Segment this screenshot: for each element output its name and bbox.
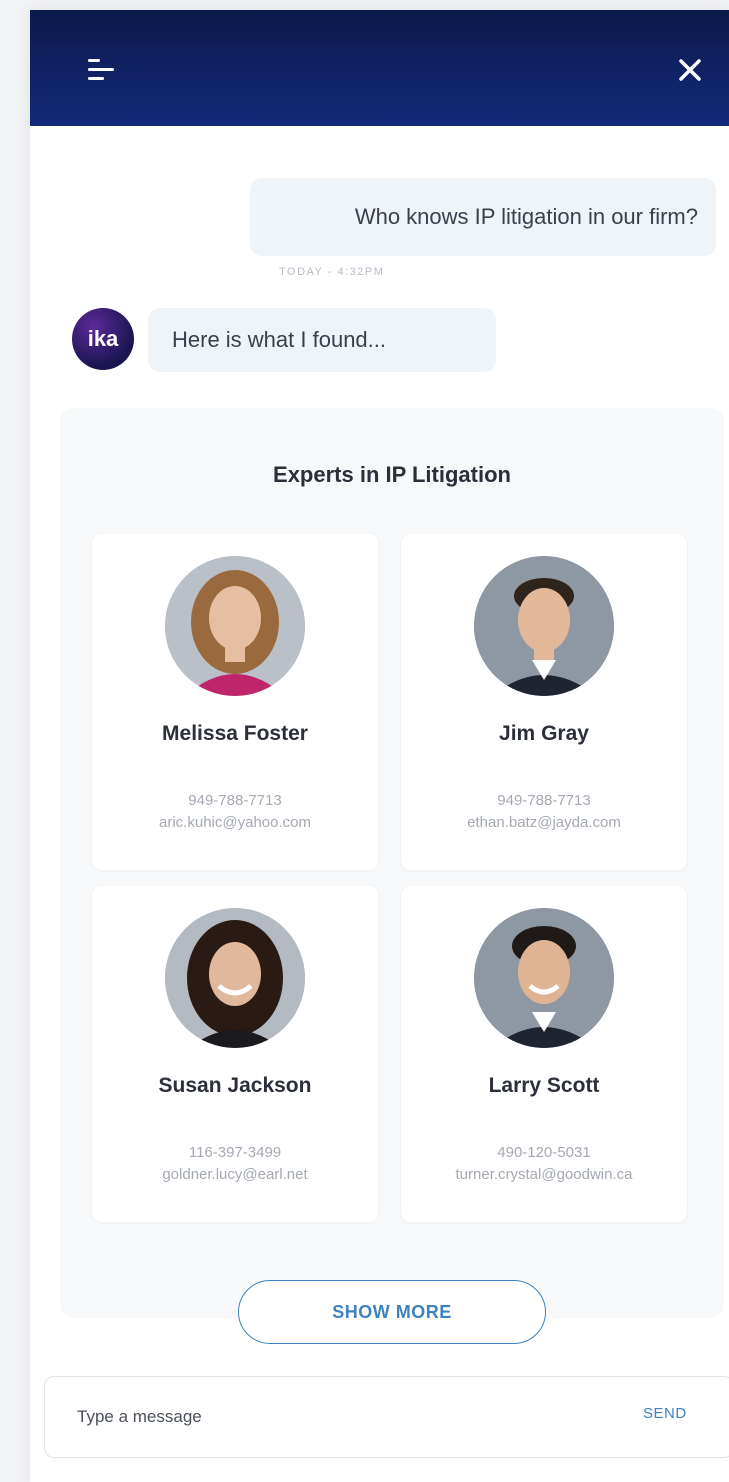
expert-name: Susan Jackson: [158, 1074, 312, 1097]
chat-panel: Who knows IP litigation in our firm? TOD…: [30, 10, 729, 1482]
bot-avatar: ika: [72, 308, 134, 370]
expert-card[interactable]: Melissa Foster 949-788-7713 aric.kuhic@y…: [92, 534, 378, 870]
expert-phone[interactable]: 490-120-5031: [401, 1144, 687, 1161]
expert-name: Jim Gray: [499, 722, 589, 745]
menu-icon[interactable]: [86, 56, 118, 84]
expert-email[interactable]: turner.crystal@goodwin.ca: [401, 1166, 687, 1183]
expert-photo: [165, 556, 305, 696]
expert-name: Larry Scott: [488, 1074, 600, 1097]
message-input[interactable]: [77, 1399, 597, 1435]
expert-phone[interactable]: 949-788-7713: [401, 792, 687, 809]
bot-message-bubble: Here is what I found...: [148, 308, 496, 372]
close-icon[interactable]: [674, 54, 706, 86]
user-message-bubble: Who knows IP litigation in our firm?: [250, 178, 716, 256]
experts-results-panel: Experts in IP Litigation Melissa Foster …: [60, 408, 724, 1318]
expert-card[interactable]: Susan Jackson 116-397-3499 goldner.lucy@…: [92, 886, 378, 1222]
message-composer: SEND: [44, 1376, 729, 1458]
expert-email[interactable]: goldner.lucy@earl.net: [92, 1166, 378, 1183]
expert-photo: [165, 908, 305, 1048]
expert-photo: [474, 556, 614, 696]
send-button[interactable]: SEND: [643, 1405, 687, 1422]
expert-card[interactable]: Larry Scott 490-120-5031 turner.crystal@…: [401, 886, 687, 1222]
expert-name: Melissa Foster: [162, 722, 308, 745]
expert-email[interactable]: ethan.batz@jayda.com: [401, 814, 687, 831]
expert-card[interactable]: Jim Gray 949-788-7713 ethan.batz@jayda.c…: [401, 534, 687, 870]
results-title: Experts in IP Litigation: [273, 462, 511, 487]
show-more-button[interactable]: SHOW MORE: [238, 1280, 546, 1344]
bot-message-text: Here is what I found...: [172, 327, 386, 352]
chat-header: [30, 10, 729, 126]
user-message-text: Who knows IP litigation in our firm?: [354, 204, 698, 229]
expert-phone[interactable]: 116-397-3499: [92, 1144, 378, 1161]
expert-email[interactable]: aric.kuhic@yahoo.com: [92, 814, 378, 831]
expert-phone[interactable]: 949-788-7713: [92, 792, 378, 809]
bot-avatar-label: ika: [87, 326, 119, 351]
message-timestamp: TODAY - 4:32PM: [279, 266, 385, 278]
expert-photo: [474, 908, 614, 1048]
